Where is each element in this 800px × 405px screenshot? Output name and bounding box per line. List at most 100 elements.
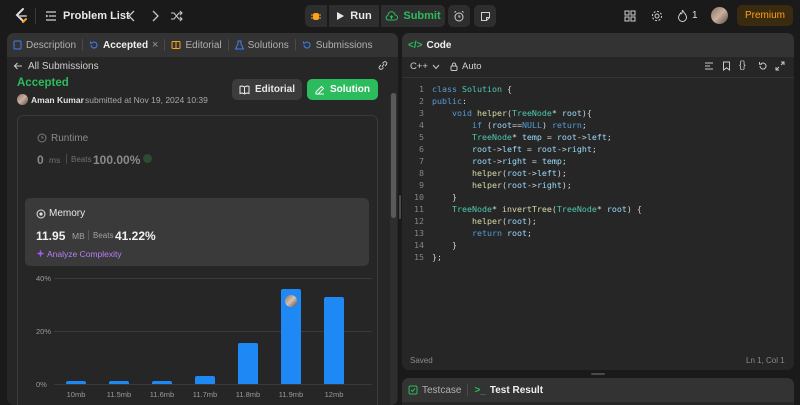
submission-panel: Description Accepted × Editorial Solutio… — [7, 33, 398, 405]
code-line: class Solution { — [432, 84, 512, 94]
scrollbar-thumb[interactable] — [391, 93, 396, 218]
chart-bar[interactable] — [238, 342, 258, 384]
chart-bar[interactable] — [324, 296, 344, 384]
expand-icon[interactable] — [775, 61, 785, 71]
memory-unit: MB — [72, 231, 85, 241]
chevron-right-icon[interactable] — [150, 10, 160, 22]
settings-gear-icon[interactable] — [651, 10, 663, 22]
list-icon[interactable] — [45, 10, 57, 22]
line-number: 8 — [419, 168, 424, 178]
tab-solutions[interactable]: Solutions — [229, 33, 295, 57]
tab-code[interactable]: </> Code — [402, 33, 457, 57]
tab-test-result[interactable]: >_ Test Result — [468, 378, 549, 402]
run-label: Run — [350, 10, 372, 22]
grid-line-bottom — [54, 384, 372, 385]
braces-icon[interactable]: {} — [739, 60, 746, 71]
solution-button[interactable]: Solution — [307, 79, 378, 100]
submit-button[interactable]: Submit — [381, 5, 445, 27]
line-number: 14 — [414, 240, 424, 250]
notes-button[interactable] — [474, 5, 496, 27]
tab-description[interactable]: Description — [7, 33, 82, 57]
top-navigation: Problem List Run Submit 1 Premium — [0, 0, 800, 32]
terminal-icon: >_ — [474, 384, 486, 396]
run-button[interactable]: Run — [329, 5, 379, 27]
memory-beats-label: Beats — [93, 231, 114, 240]
checkbox-icon — [408, 385, 418, 395]
line-number: 6 — [419, 144, 424, 154]
lock-icon — [450, 62, 458, 71]
format-lines-icon[interactable] — [704, 61, 714, 71]
submitted-at: submitted at Nov 19, 2024 10:39 — [85, 95, 208, 105]
x-tick-label: 10mb — [66, 390, 86, 399]
line-number: 10 — [414, 192, 424, 202]
code-line: TreeNode* invertTree(TreeNode* root) { — [451, 204, 642, 214]
book-icon — [239, 85, 250, 95]
author-name[interactable]: Aman Kumar — [31, 95, 84, 105]
link-icon[interactable] — [377, 60, 389, 71]
auto-label: Auto — [462, 61, 482, 72]
code-line: } — [432, 240, 457, 250]
note-icon — [480, 11, 490, 21]
language-select[interactable]: C++ — [410, 61, 440, 72]
close-tab-icon[interactable]: × — [152, 39, 158, 51]
submission-status: Accepted — [17, 77, 69, 89]
run-submit-group: Run Submit — [305, 5, 445, 27]
premium-button[interactable]: Premium — [737, 5, 793, 26]
arrow-left-icon[interactable] — [13, 61, 23, 71]
chevron-left-icon[interactable] — [127, 10, 137, 22]
user-avatar[interactable] — [711, 7, 728, 24]
code-tab-bar: </> Code — [402, 33, 794, 57]
tab-testcase[interactable]: Testcase — [402, 378, 467, 402]
clock-icon — [37, 133, 47, 143]
tab-code-label: Code — [426, 39, 452, 51]
shuffle-icon[interactable] — [170, 10, 183, 22]
code-brackets-icon: </> — [408, 39, 423, 51]
leetcode-logo-icon[interactable] — [13, 7, 29, 25]
panel-resize-handle[interactable] — [399, 195, 401, 219]
all-submissions-link[interactable]: All Submissions — [28, 61, 99, 72]
memory-distribution-chart: 40% 20% 0% 10mb 11.5mb 11.6mb 11.7mb 11.8mb 1… — [18, 271, 378, 405]
streak-fire-icon[interactable] — [677, 9, 688, 22]
runtime-unit: ms — [49, 155, 61, 165]
line-number: 3 — [419, 108, 424, 118]
solution-button-label: Solution — [330, 84, 370, 95]
analyze-complexity-link[interactable]: Analyze Complexity — [47, 249, 122, 259]
tab-submissions[interactable]: Submissions — [296, 33, 379, 57]
chart-bar[interactable] — [152, 381, 172, 384]
chevron-down-icon — [432, 64, 440, 69]
x-tick-label: 11.9mb — [278, 390, 304, 399]
grid-line-top — [54, 278, 372, 279]
x-tick-label: 11.6mb — [149, 390, 175, 399]
debug-button[interactable] — [305, 5, 327, 27]
code-editor[interactable]: 1 class Solution { 2 public: 3 void helper… — [402, 83, 794, 273]
vertical-resize-handle[interactable] — [591, 373, 605, 375]
code-line: } — [432, 192, 457, 202]
code-line: TreeNode* temp = root->left; — [471, 132, 612, 142]
line-number: 15 — [414, 252, 424, 262]
problem-list-link[interactable]: Problem List — [63, 10, 130, 22]
editorial-button[interactable]: Editorial — [232, 79, 302, 100]
tab-editorial[interactable]: Editorial — [165, 33, 227, 57]
alarm-clock-icon — [454, 10, 464, 22]
reset-icon[interactable] — [758, 61, 768, 71]
tab-description-label: Description — [26, 39, 77, 51]
chart-bar[interactable] — [109, 381, 129, 384]
auto-mode-toggle[interactable]: Auto — [450, 61, 482, 72]
x-tick-label: 11.5mb — [106, 390, 132, 399]
console-panel: Testcase >_ Test Result — [402, 378, 794, 405]
user-position-avatar — [285, 294, 297, 307]
line-number: 13 — [414, 228, 424, 238]
console-tab-bar: Testcase >_ Test Result — [402, 378, 794, 402]
chart-bar[interactable] — [195, 375, 215, 384]
y-tick-label: 0% — [36, 380, 47, 389]
memory-card[interactable]: Memory 11.95 MB Beats 41.22% Analyze Com… — [25, 198, 369, 266]
code-line: helper(root->right); — [471, 180, 572, 190]
edit-icon — [315, 85, 325, 94]
layout-grid-icon[interactable] — [624, 10, 636, 22]
timer-button[interactable] — [448, 5, 470, 27]
bookmark-icon[interactable] — [722, 61, 731, 71]
tab-accepted[interactable]: Accepted × — [83, 33, 164, 57]
save-status: Saved — [410, 356, 433, 365]
chart-bar[interactable] — [66, 381, 86, 384]
code-line: helper(root); — [471, 216, 537, 226]
